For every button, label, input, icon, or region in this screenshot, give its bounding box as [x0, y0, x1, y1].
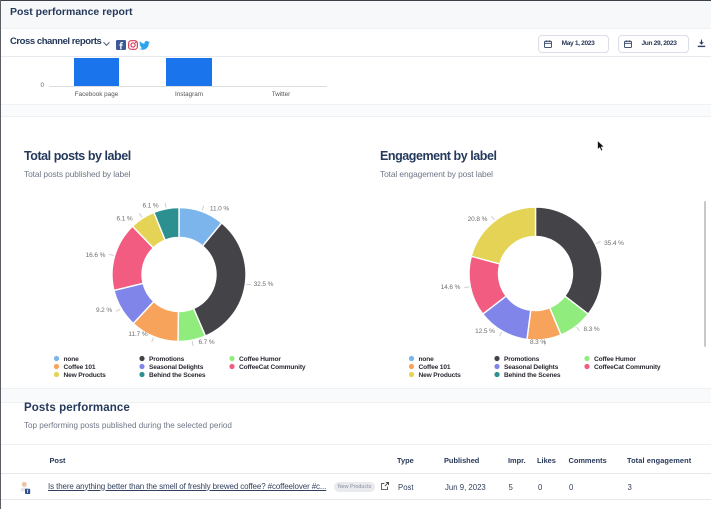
svg-text:CoffeeCat Community: CoffeeCat Community	[239, 364, 306, 371]
svg-text:Coffee 101: Coffee 101	[419, 364, 451, 371]
svg-text:6.1 %: 6.1 %	[116, 215, 132, 222]
svg-text:11.7 %: 11.7 %	[128, 331, 147, 338]
svg-text:Coffee Humor: Coffee Humor	[594, 356, 636, 363]
svg-text:6.1 %: 6.1 %	[142, 202, 158, 209]
svg-text:Seasonal Delights: Seasonal Delights	[149, 364, 204, 371]
svg-text:8.3 %: 8.3 %	[530, 339, 546, 346]
svg-text:14.6 %: 14.6 %	[441, 284, 461, 291]
svg-text:New Products: New Products	[419, 372, 462, 379]
svg-text:8.3 %: 8.3 %	[583, 326, 599, 333]
svg-text:Promotions: Promotions	[504, 356, 540, 363]
svg-text:32.5 %: 32.5 %	[254, 281, 274, 288]
svg-text:Coffee Humor: Coffee Humor	[239, 356, 281, 363]
svg-text:12.5 %: 12.5 %	[475, 328, 495, 335]
svg-text:none: none	[64, 356, 80, 363]
svg-text:New Products: New Products	[64, 372, 107, 379]
svg-text:6.7 %: 6.7 %	[198, 339, 214, 346]
svg-text:CoffeeCat Community: CoffeeCat Community	[594, 364, 661, 371]
svg-text:9.2 %: 9.2 %	[96, 307, 112, 314]
svg-text:20.8 %: 20.8 %	[468, 216, 488, 223]
svg-text:Behind the Scenes: Behind the Scenes	[149, 372, 206, 379]
svg-text:Coffee 101: Coffee 101	[64, 364, 96, 371]
svg-text:Behind the Scenes: Behind the Scenes	[504, 372, 561, 379]
svg-text:16.6 %: 16.6 %	[86, 252, 106, 259]
svg-text:Promotions: Promotions	[149, 356, 185, 363]
svg-text:none: none	[419, 356, 435, 363]
svg-text:11.0 %: 11.0 %	[210, 205, 229, 212]
svg-text:35.4 %: 35.4 %	[604, 240, 624, 247]
svg-text:Seasonal Delights: Seasonal Delights	[504, 364, 559, 371]
